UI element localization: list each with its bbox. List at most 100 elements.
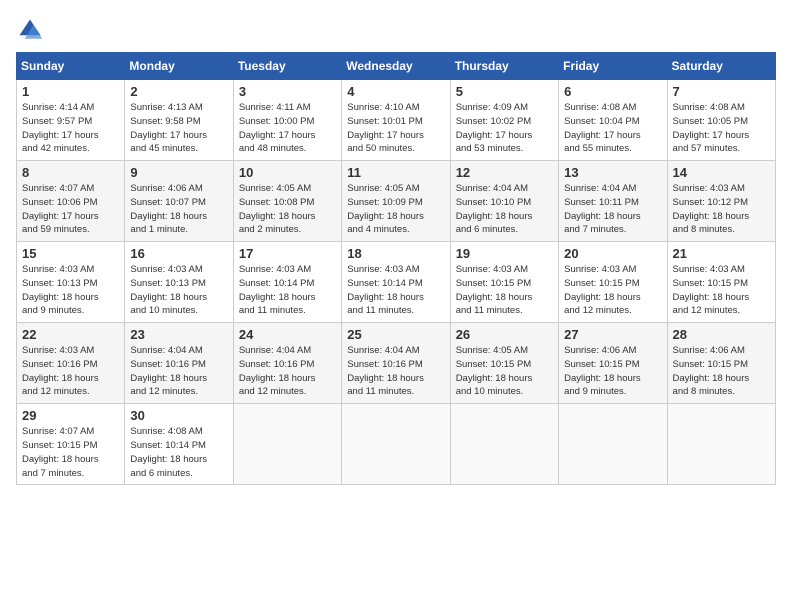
day-info: Sunrise: 4:03 AM Sunset: 10:15 PM Daylig… [456, 263, 553, 318]
calendar-cell: 14Sunrise: 4:03 AM Sunset: 10:12 PM Dayl… [667, 161, 775, 242]
calendar-cell: 28 Sunrise: 4:06 AM Sunset: 10:15 PM Dayl… [667, 323, 775, 404]
calendar-cell [342, 404, 450, 485]
calendar-cell: 1 Sunrise: 4:14 AM Sunset: 9:57 PM Daylig… [17, 80, 125, 161]
day-info: Sunrise: 4:04 AM Sunset: 10:11 PM Daylig… [564, 182, 661, 237]
day-info: Sunrise: 4:07 AM Sunset: 10:15 PM Daylig… [22, 425, 119, 480]
day-number: 13 [564, 165, 661, 180]
day-number: 12 [456, 165, 553, 180]
calendar-cell: 15Sunrise: 4:03 AM Sunset: 10:13 PM Dayl… [17, 242, 125, 323]
day-info: Sunrise: 4:14 AM Sunset: 9:57 PM Dayligh… [22, 101, 119, 156]
day-info: Sunrise: 4:09 AM Sunset: 10:02 PM Daylig… [456, 101, 553, 156]
calendar-cell [667, 404, 775, 485]
calendar-cell: 30 Sunrise: 4:08 AM Sunset: 10:14 PM Dayl… [125, 404, 233, 485]
day-number: 20 [564, 246, 661, 261]
day-info: Sunrise: 4:03 AM Sunset: 10:12 PM Daylig… [673, 182, 770, 237]
weekday-header-wednesday: Wednesday [342, 53, 450, 80]
calendar-cell: 7 Sunrise: 4:08 AM Sunset: 10:05 PM Dayli… [667, 80, 775, 161]
day-number: 16 [130, 246, 227, 261]
calendar-cell: 27 Sunrise: 4:06 AM Sunset: 10:15 PM Dayl… [559, 323, 667, 404]
calendar-week-1: 1 Sunrise: 4:14 AM Sunset: 9:57 PM Daylig… [17, 80, 776, 161]
day-number: 23 [130, 327, 227, 342]
day-number: 3 [239, 84, 336, 99]
day-info: Sunrise: 4:06 AM Sunset: 10:07 PM Daylig… [130, 182, 227, 237]
day-number: 22 [22, 327, 119, 342]
calendar-cell: 21 Sunrise: 4:03 AM Sunset: 10:15 PM Dayl… [667, 242, 775, 323]
day-number: 18 [347, 246, 444, 261]
calendar-cell: 20 Sunrise: 4:03 AM Sunset: 10:15 PM Dayl… [559, 242, 667, 323]
day-info: Sunrise: 4:10 AM Sunset: 10:01 PM Daylig… [347, 101, 444, 156]
day-info: Sunrise: 4:07 AM Sunset: 10:06 PM Daylig… [22, 182, 119, 237]
weekday-header-monday: Monday [125, 53, 233, 80]
day-number: 17 [239, 246, 336, 261]
day-number: 28 [673, 327, 770, 342]
calendar-week-3: 15 Sunrise: 4:03 AM Sunset: 10:13 PM Dayl… [17, 242, 776, 323]
calendar-cell: 6 Sunrise: 4:08 AM Sunset: 10:04 PM Dayli… [559, 80, 667, 161]
day-info: Sunrise: 4:04 AM Sunset: 10:16 PM Daylig… [130, 344, 227, 399]
weekday-header-tuesday: Tuesday [233, 53, 341, 80]
day-number: 7 [673, 84, 770, 99]
logo-icon [16, 16, 44, 44]
day-info: Sunrise: 4:03 AM Sunset: 10:15 PM Daylig… [564, 263, 661, 318]
weekday-header-sunday: Sunday [17, 53, 125, 80]
calendar-cell: 24 Sunrise: 4:04 AM Sunset: 10:16 PM Dayl… [233, 323, 341, 404]
day-info: Sunrise: 4:13 AM Sunset: 9:58 PM Dayligh… [130, 101, 227, 156]
calendar-cell: 5 Sunrise: 4:09 AM Sunset: 10:02 PM Dayli… [450, 80, 558, 161]
day-info: Sunrise: 4:11 AM Sunset: 10:00 PM Daylig… [239, 101, 336, 156]
calendar-week-5: 29 Sunrise: 4:07 AM Sunset: 10:15 PM Dayl… [17, 404, 776, 485]
day-info: Sunrise: 4:08 AM Sunset: 10:04 PM Daylig… [564, 101, 661, 156]
calendar-table: SundayMondayTuesdayWednesdayThursdayFrid… [16, 52, 776, 485]
day-number: 2 [130, 84, 227, 99]
day-info: Sunrise: 4:04 AM Sunset: 10:16 PM Daylig… [239, 344, 336, 399]
day-info: Sunrise: 4:04 AM Sunset: 10:16 PM Daylig… [347, 344, 444, 399]
day-number: 4 [347, 84, 444, 99]
calendar-cell: 4 Sunrise: 4:10 AM Sunset: 10:01 PM Dayli… [342, 80, 450, 161]
day-info: Sunrise: 4:03 AM Sunset: 10:16 PM Daylig… [22, 344, 119, 399]
weekday-header-thursday: Thursday [450, 53, 558, 80]
day-number: 27 [564, 327, 661, 342]
calendar-cell: 18 Sunrise: 4:03 AM Sunset: 10:14 PM Dayl… [342, 242, 450, 323]
day-number: 30 [130, 408, 227, 423]
day-number: 6 [564, 84, 661, 99]
day-info: Sunrise: 4:06 AM Sunset: 10:15 PM Daylig… [673, 344, 770, 399]
calendar-cell [233, 404, 341, 485]
day-number: 25 [347, 327, 444, 342]
day-number: 9 [130, 165, 227, 180]
day-number: 19 [456, 246, 553, 261]
day-info: Sunrise: 4:05 AM Sunset: 10:08 PM Daylig… [239, 182, 336, 237]
day-info: Sunrise: 4:06 AM Sunset: 10:15 PM Daylig… [564, 344, 661, 399]
day-info: Sunrise: 4:08 AM Sunset: 10:05 PM Daylig… [673, 101, 770, 156]
day-info: Sunrise: 4:03 AM Sunset: 10:14 PM Daylig… [239, 263, 336, 318]
day-number: 15 [22, 246, 119, 261]
day-number: 5 [456, 84, 553, 99]
day-info: Sunrise: 4:05 AM Sunset: 10:09 PM Daylig… [347, 182, 444, 237]
calendar-cell: 23 Sunrise: 4:04 AM Sunset: 10:16 PM Dayl… [125, 323, 233, 404]
calendar-cell [450, 404, 558, 485]
calendar-cell: 22 Sunrise: 4:03 AM Sunset: 10:16 PM Dayl… [17, 323, 125, 404]
weekday-header-row: SundayMondayTuesdayWednesdayThursdayFrid… [17, 53, 776, 80]
calendar-cell: 8 Sunrise: 4:07 AM Sunset: 10:06 PM Dayli… [17, 161, 125, 242]
day-number: 21 [673, 246, 770, 261]
calendar-cell: 11Sunrise: 4:05 AM Sunset: 10:09 PM Dayl… [342, 161, 450, 242]
day-info: Sunrise: 4:03 AM Sunset: 10:14 PM Daylig… [347, 263, 444, 318]
weekday-header-saturday: Saturday [667, 53, 775, 80]
calendar-cell: 10 Sunrise: 4:05 AM Sunset: 10:08 PM Dayl… [233, 161, 341, 242]
calendar-cell: 12Sunrise: 4:04 AM Sunset: 10:10 PM Dayl… [450, 161, 558, 242]
calendar-cell: 9 Sunrise: 4:06 AM Sunset: 10:07 PM Dayli… [125, 161, 233, 242]
day-info: Sunrise: 4:08 AM Sunset: 10:14 PM Daylig… [130, 425, 227, 480]
calendar-cell: 2 Sunrise: 4:13 AM Sunset: 9:58 PM Daylig… [125, 80, 233, 161]
calendar-cell: 19 Sunrise: 4:03 AM Sunset: 10:15 PM Dayl… [450, 242, 558, 323]
calendar-cell: 29 Sunrise: 4:07 AM Sunset: 10:15 PM Dayl… [17, 404, 125, 485]
day-info: Sunrise: 4:03 AM Sunset: 10:15 PM Daylig… [673, 263, 770, 318]
weekday-header-friday: Friday [559, 53, 667, 80]
calendar-cell: 25 Sunrise: 4:04 AM Sunset: 10:16 PM Dayl… [342, 323, 450, 404]
day-number: 1 [22, 84, 119, 99]
day-number: 29 [22, 408, 119, 423]
calendar-week-4: 22 Sunrise: 4:03 AM Sunset: 10:16 PM Dayl… [17, 323, 776, 404]
day-number: 10 [239, 165, 336, 180]
calendar-cell [559, 404, 667, 485]
day-info: Sunrise: 4:03 AM Sunset: 10:13 PM Daylig… [130, 263, 227, 318]
calendar-week-2: 8 Sunrise: 4:07 AM Sunset: 10:06 PM Dayli… [17, 161, 776, 242]
calendar-cell: 3 Sunrise: 4:11 AM Sunset: 10:00 PM Dayli… [233, 80, 341, 161]
day-number: 8 [22, 165, 119, 180]
day-number: 24 [239, 327, 336, 342]
